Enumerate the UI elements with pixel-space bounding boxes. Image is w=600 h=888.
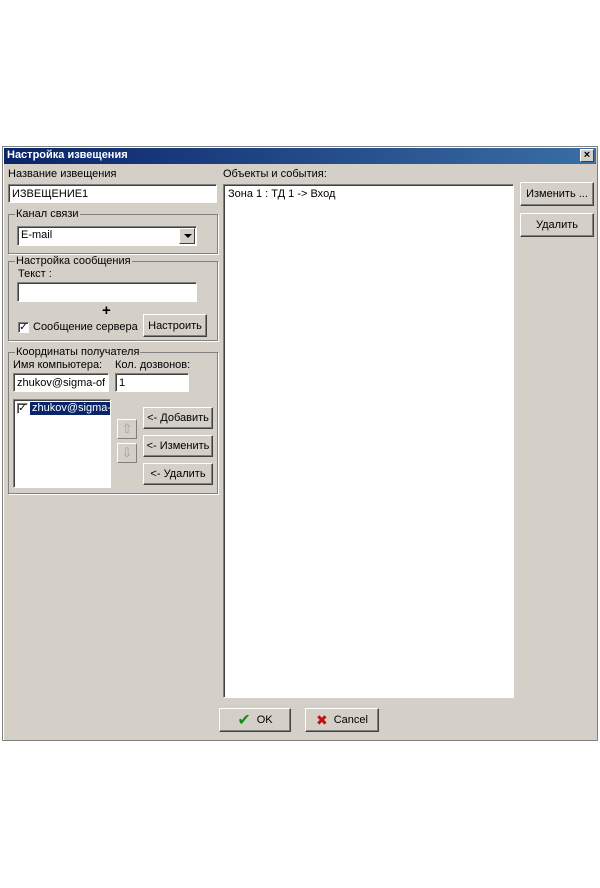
recipient-group-title: Координаты получателя <box>15 346 141 358</box>
arrow-up-icon: ⇧ <box>121 421 133 436</box>
computer-name-input[interactable] <box>13 373 109 392</box>
arrow-down-icon: ⇩ <box>121 445 133 460</box>
server-message-label: Сообщение сервера <box>33 321 138 333</box>
server-message-checkbox[interactable]: ✓ <box>18 322 29 333</box>
message-text-input[interactable] <box>17 282 197 302</box>
channel-group-title: Канал связи <box>15 208 80 220</box>
notification-settings-dialog: Настройка извещения × Название извещения… <box>2 146 598 741</box>
delete-recipient-button[interactable]: <- Удалить <box>143 463 213 485</box>
channel-selected-value: E-mail <box>21 229 53 241</box>
plus-icon: + <box>102 302 111 319</box>
computer-name-label: Имя компьютера: <box>13 359 103 371</box>
notification-name-label: Название извещения <box>8 168 117 180</box>
list-item[interactable]: Зона 1 : ТД 1 -> Вход <box>228 188 335 200</box>
edit-recipient-button[interactable]: <- Изменить <box>143 435 213 457</box>
message-settings-group: Настройка сообщения Текст : + ✓ Сообщени… <box>8 255 218 341</box>
cancel-button[interactable]: ✖ Cancel <box>305 708 379 732</box>
channel-group: Канал связи E-mail <box>8 208 218 254</box>
close-button[interactable]: × <box>580 149 594 162</box>
objects-events-list[interactable]: Зона 1 : ТД 1 -> Вход <box>223 184 514 698</box>
list-item[interactable]: ✓ zhukov@sigma-o <box>16 402 110 415</box>
add-recipient-button[interactable]: <- Добавить <box>143 407 213 429</box>
checkmark-icon: ✔ <box>237 712 251 729</box>
objects-events-label: Объекты и события: <box>223 168 327 180</box>
close-icon: × <box>583 149 591 161</box>
cancel-x-icon: ✖ <box>316 711 328 728</box>
window-title: Настройка извещения <box>7 149 128 161</box>
channel-select[interactable]: E-mail <box>17 226 197 246</box>
move-up-button[interactable]: ⇧ <box>117 419 137 439</box>
recipient-list[interactable]: ✓ zhukov@sigma-o <box>13 399 111 488</box>
chevron-down-icon[interactable] <box>179 228 195 244</box>
setup-button[interactable]: Настроить <box>143 314 207 337</box>
ok-label: OK <box>256 714 273 726</box>
list-item-label: zhukov@sigma-o <box>30 402 110 415</box>
recipient-group: Координаты получателя Имя компьютера: Ко… <box>8 346 218 494</box>
list-item-checkbox[interactable]: ✓ <box>17 403 28 414</box>
message-text-label: Текст : <box>18 268 52 280</box>
notification-name-input[interactable] <box>8 184 217 203</box>
edit-objects-button[interactable]: Изменить ... <box>520 182 594 206</box>
ok-button[interactable]: ✔ OK <box>219 708 291 732</box>
title-bar[interactable]: Настройка извещения × <box>4 148 596 164</box>
delete-objects-button[interactable]: Удалить <box>520 213 594 237</box>
cancel-label: Cancel <box>333 714 368 726</box>
message-settings-title: Настройка сообщения <box>15 255 132 267</box>
move-down-button[interactable]: ⇩ <box>117 443 137 463</box>
dials-count-label: Кол. дозвонов: <box>115 359 191 371</box>
dials-count-input[interactable] <box>115 373 189 392</box>
